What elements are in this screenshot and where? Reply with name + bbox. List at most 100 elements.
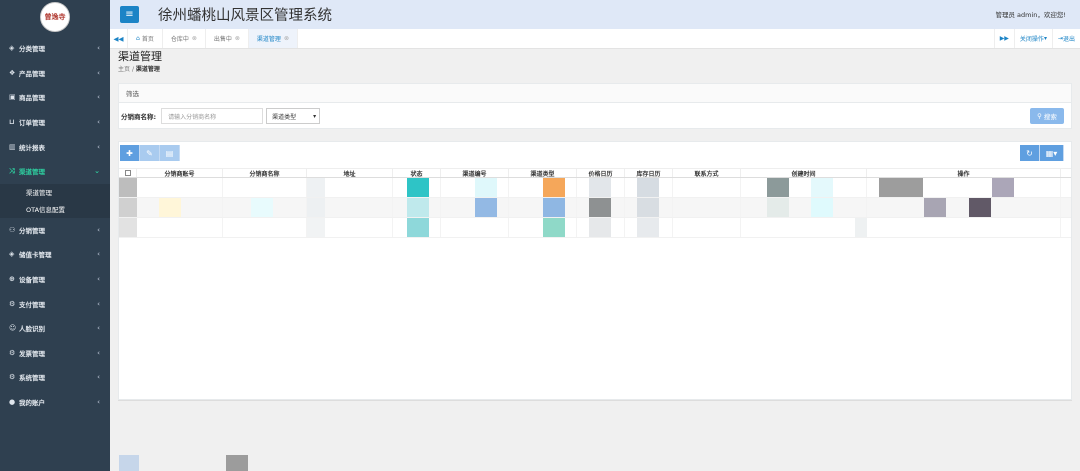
cogs-icon: ⚙ bbox=[9, 299, 16, 308]
table-cell bbox=[867, 198, 1061, 217]
column-header[interactable]: 操作 bbox=[867, 169, 1061, 177]
sidebar-item-products[interactable]: ❖ 产品管理 ‹ bbox=[0, 61, 110, 86]
column-header[interactable]: 联系方式 bbox=[673, 169, 741, 177]
column-header[interactable]: 渠道编号 bbox=[441, 169, 509, 177]
redacted-block bbox=[637, 218, 659, 237]
sidebar-item-label: 人脸识别 bbox=[19, 325, 45, 334]
close-actions-dropdown[interactable]: 关闭操作 ▾ bbox=[1013, 29, 1052, 48]
column-header[interactable]: 价格日历 bbox=[577, 169, 625, 177]
tab-right-actions: ▶▶ 关闭操作 ▾ ⇥ 退出 bbox=[993, 29, 1080, 48]
sidebar-item-distribution[interactable]: ⚇ 分销管理 ‹ bbox=[0, 218, 110, 243]
crud-button-group: ✚ ✎ ▤ bbox=[120, 145, 180, 161]
redacted-block bbox=[811, 198, 833, 217]
sidebar-item-stored-card[interactable]: ◈ 储值卡管理 ‹ bbox=[0, 242, 110, 267]
sidebar-item-category[interactable]: ◈ 分类管理 ‹ bbox=[0, 36, 110, 61]
channels-submenu: 渠道管理 OTA信息配置 bbox=[0, 183, 110, 218]
close-icon[interactable]: ⊗ bbox=[235, 35, 240, 42]
distributor-name-label: 分销商名称: bbox=[121, 113, 157, 121]
search-button[interactable]: ⚲ 搜索 bbox=[1030, 108, 1064, 124]
redacted-block bbox=[879, 178, 923, 197]
tab-scroll-left-button[interactable]: ◀◀ bbox=[110, 29, 128, 48]
sidebar-item-orders[interactable]: ⊔ 订单管理 ‹ bbox=[0, 110, 110, 135]
tab-channel-management[interactable]: 渠道管理 ⊗ bbox=[248, 29, 298, 48]
tab-label: 首页 bbox=[141, 36, 154, 43]
random-icon: ⤨ bbox=[9, 166, 15, 175]
sidebar-item-account[interactable]: ● 我的账户 ‹ bbox=[0, 390, 110, 415]
chevron-left-icon: ‹ bbox=[97, 275, 100, 284]
columns-toggle-button[interactable]: ▦▾ bbox=[1040, 145, 1064, 161]
sidebar-item-invoice[interactable]: ⚙ 发票管理 ‹ bbox=[0, 341, 110, 366]
edit-button[interactable]: ✎ bbox=[140, 145, 160, 161]
table-row[interactable] bbox=[119, 178, 1071, 198]
sidebar-item-goods[interactable]: ▣ 商品管理 ‹ bbox=[0, 85, 110, 110]
sidebar-item-devices[interactable]: ⊕ 设备管理 ‹ bbox=[0, 267, 110, 292]
breadcrumb-home[interactable]: 主页 bbox=[118, 66, 130, 73]
table-cell bbox=[867, 178, 1061, 197]
select-all-checkbox[interactable] bbox=[124, 170, 131, 176]
delete-button[interactable]: ▤ bbox=[160, 145, 180, 161]
table-cell bbox=[119, 198, 137, 217]
pencil-icon: ✎ bbox=[146, 148, 153, 158]
table-cell bbox=[393, 218, 441, 237]
submenu-item-ota[interactable]: OTA信息配置 bbox=[0, 201, 110, 218]
sidebar-item-channels[interactable]: ⤨ 渠道管理 ⌄ bbox=[0, 159, 110, 184]
table-row[interactable] bbox=[119, 198, 1071, 218]
search-icon: ⚲ bbox=[1037, 112, 1042, 120]
top-header: ≡ 徐州蟠桃山风景区管理系统 管理员 admin，欢迎您! bbox=[110, 0, 1080, 29]
chevron-left-icon: ‹ bbox=[97, 225, 100, 234]
column-header[interactable]: 渠道类型 bbox=[509, 169, 577, 177]
table-cell bbox=[307, 218, 393, 237]
sidebar-item-system[interactable]: ⚙ 系统管理 ‹ bbox=[0, 365, 110, 390]
column-header[interactable]: 库存日历 bbox=[625, 169, 673, 177]
filter-heading: 筛选 bbox=[119, 84, 1071, 103]
tab-home[interactable]: ⌂ 首页 bbox=[128, 29, 163, 48]
tab-label: 渠道管理 bbox=[256, 36, 281, 43]
column-header[interactable]: 创建时间 bbox=[741, 169, 867, 177]
divider bbox=[118, 400, 1072, 401]
main-content: 渠道管理 主页 / 渠道管理 筛选 分销商名称: 请输入分销商名称 渠道类型 ▾… bbox=[118, 50, 1072, 471]
table-cell bbox=[741, 178, 867, 197]
hamburger-icon: ≡ bbox=[125, 9, 134, 20]
close-icon[interactable]: ⊗ bbox=[192, 35, 197, 42]
add-button[interactable]: ✚ bbox=[120, 145, 140, 161]
column-header[interactable]: 状态 bbox=[393, 169, 441, 177]
refresh-button[interactable]: ↻ bbox=[1020, 145, 1040, 161]
user-icon: ● bbox=[9, 398, 16, 407]
table-cell bbox=[137, 218, 223, 237]
chevron-left-icon: ‹ bbox=[97, 250, 100, 259]
caret-down-icon: ▾ bbox=[1043, 35, 1047, 42]
sidebar-item-reports[interactable]: ▥ 统计报表 ‹ bbox=[0, 134, 110, 159]
channel-type-select[interactable]: 渠道类型 ▾ bbox=[266, 108, 321, 124]
tab-on-sale[interactable]: 出售中 ⊗ bbox=[206, 29, 249, 48]
sidebar-item-label: 统计报表 bbox=[19, 143, 45, 152]
column-header[interactable]: 分销商名称 bbox=[223, 169, 307, 177]
column-header[interactable]: 分销商账号 bbox=[137, 169, 223, 177]
tab-scroll-right-button[interactable]: ▶▶ bbox=[993, 29, 1014, 48]
menu-toggle-button[interactable]: ≡ bbox=[120, 6, 139, 23]
chevron-down-icon: ▾ bbox=[313, 112, 317, 120]
sidebar-item-face[interactable]: ☺ 人脸识别 ‹ bbox=[0, 316, 110, 341]
redacted-block bbox=[119, 455, 139, 471]
table-row[interactable] bbox=[119, 218, 1071, 238]
redacted-block bbox=[119, 178, 137, 197]
sidebar-item-label: 支付管理 bbox=[19, 300, 45, 309]
column-header[interactable]: 地址 bbox=[307, 169, 393, 177]
invoice-icon: ⚙ bbox=[9, 348, 16, 357]
sidebar-item-label: 设备管理 bbox=[19, 276, 45, 285]
sidebar-item-label: 渠道管理 bbox=[19, 168, 45, 177]
tab-warehouse[interactable]: 仓库中 ⊗ bbox=[163, 29, 206, 48]
table-cell bbox=[307, 178, 393, 197]
channel-type-value: 渠道类型 bbox=[272, 113, 297, 121]
breadcrumb-current: 渠道管理 bbox=[135, 66, 160, 73]
sidebar-item-payment[interactable]: ⚙ 支付管理 ‹ bbox=[0, 291, 110, 316]
redacted-block bbox=[251, 198, 273, 217]
submenu-item-channels[interactable]: 渠道管理 bbox=[0, 184, 110, 201]
logout-button[interactable]: ⇥ 退出 bbox=[1051, 29, 1080, 48]
sidebar-item-label: 发票管理 bbox=[19, 349, 45, 358]
close-icon[interactable]: ⊗ bbox=[284, 35, 289, 42]
distributor-name-input[interactable]: 请输入分销商名称 bbox=[161, 108, 264, 124]
filter-panel: 筛选 分销商名称: 请输入分销商名称 渠道类型 ▾ ⚲ 搜索 bbox=[118, 83, 1072, 129]
logout-label: 退出 bbox=[1062, 36, 1075, 43]
table-cell bbox=[577, 198, 625, 217]
face-icon: ☺ bbox=[9, 324, 17, 333]
